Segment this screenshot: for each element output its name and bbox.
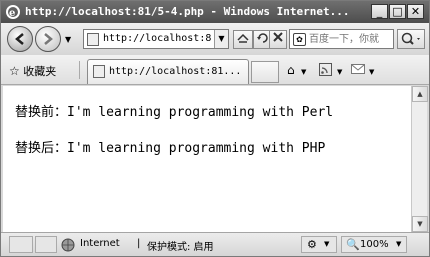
zoom-dropdown-icon: ▼ [396,240,402,248]
address-bar[interactable]: http://localhost:8 ▼ [83,29,229,49]
address-dropdown-icon[interactable]: ▼ [214,30,228,48]
home-dropdown-icon[interactable]: ▼ [301,68,306,76]
ie-logo-icon: e [5,4,21,20]
tools-icon: ⚙ [307,238,317,251]
after-replace-text: 替换后：I'm learning programming with PHP [15,141,326,156]
maximize-button[interactable]: □ [389,4,406,19]
feeds-dropdown-icon[interactable]: ▼ [337,68,342,76]
title-bar: e http://localhost:81/5-4.php - Windows … [1,1,429,23]
tools-dropdown-icon: ▼ [324,240,330,248]
back-icon [15,33,24,45]
zoom-icon: 🔍 [346,238,360,251]
zoom-button[interactable]: 🔍 100% ▼ [341,236,407,253]
address-text[interactable]: http://localhost:8 [103,33,211,44]
search-button[interactable] [397,29,425,49]
history-dropdown-icon[interactable]: ▼ [65,35,71,44]
stop-button[interactable] [269,30,287,49]
status-pane [9,236,33,253]
browser-window: e http://localhost:81/5-4.php - Windows … [0,0,430,257]
refresh-icon [257,33,268,43]
window-title: http://localhost:81/5-4.php - Windows In… [25,5,350,18]
page-content: 替换前：I'm learning programming with Perl 替… [3,86,411,232]
divider [79,61,80,79]
favorites-button[interactable]: ☆ 收藏夹 [9,63,56,79]
star-icon: ☆ [9,64,20,78]
search-icon [401,32,420,45]
protected-mode-label: 保护模式: 启用 [147,242,214,253]
status-bar: Internet | 保护模式: 启用 ⚙ ▼ 🔍 100% ▼ [1,232,429,256]
page-icon [87,33,99,46]
scroll-down-icon[interactable]: ▼ [412,216,428,232]
vertical-scrollbar[interactable]: ▲ ▼ [411,86,428,232]
tab-label: http://localhost:81... [109,66,242,77]
tab-active[interactable]: http://localhost:81... [87,59,249,84]
search-box[interactable]: ✿ [289,29,394,49]
svg-text:e: e [9,8,15,19]
compatibility-button[interactable] [233,30,253,49]
feeds-icon[interactable] [319,63,332,79]
internet-zone-icon [61,238,75,255]
navigation-bar: ▼ http://localhost:8 ▼ ✿ [1,23,429,55]
divider: | [137,238,141,249]
forward-button[interactable] [35,26,61,52]
zoom-level: 100% [360,239,389,250]
close-button[interactable]: ✕ [407,4,424,19]
scroll-up-icon[interactable]: ▲ [412,86,428,102]
baidu-icon: ✿ [293,33,306,46]
zone-label: Internet [80,238,120,249]
forward-icon [44,33,53,45]
mail-dropdown-icon[interactable]: ▼ [369,68,374,76]
security-button[interactable]: ⚙ ▼ [301,236,337,253]
status-pane [35,236,57,253]
before-replace-text: 替换前：I'm learning programming with Perl [15,105,334,120]
minimize-button[interactable]: _ [371,4,388,19]
page-icon [93,65,105,78]
tab-bar: ☆ 收藏夹 http://localhost:81... ⌂ ▼ ▼ ▼ [1,55,429,85]
search-input[interactable] [309,32,393,47]
compatibility-icon [237,33,249,43]
stop-icon [273,32,283,42]
favorites-label: 收藏夹 [23,65,57,78]
home-icon[interactable]: ⌂ [287,63,295,77]
back-button[interactable] [7,26,33,52]
mail-icon[interactable] [351,63,365,78]
new-tab-button[interactable] [251,61,279,83]
